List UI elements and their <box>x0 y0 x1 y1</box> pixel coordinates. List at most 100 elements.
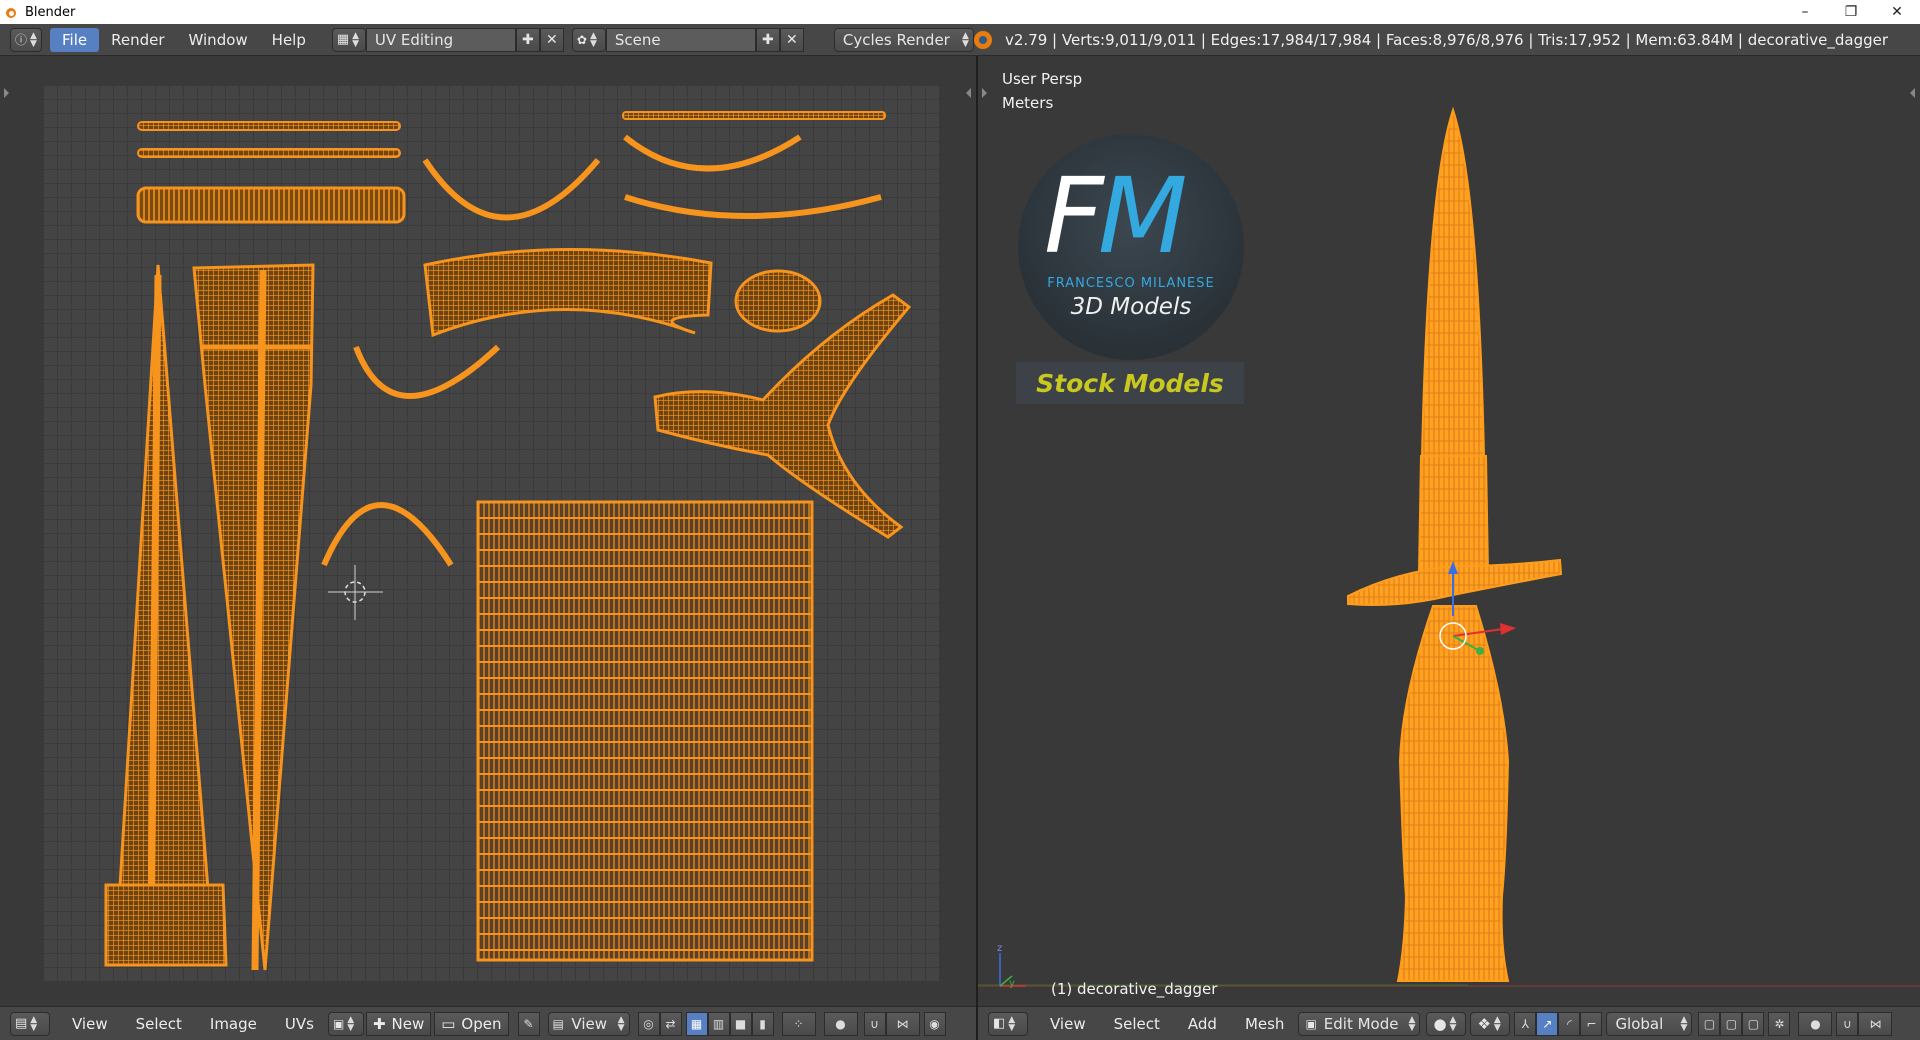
scale-manipulator-button[interactable]: ⌐ <box>1580 1011 1603 1036</box>
menu-window[interactable]: Window <box>177 28 260 52</box>
menu-help[interactable]: Help <box>260 28 318 52</box>
layer-button-3[interactable]: ▢ <box>1742 1011 1765 1036</box>
shading-dropdown[interactable]: ● ▲ ▼ <box>1426 1011 1467 1036</box>
rotate-manipulator-button[interactable]: ◜ <box>1558 1011 1581 1036</box>
vp-menu-select[interactable]: Select <box>1100 1015 1174 1033</box>
select-face-button[interactable]: ■ <box>729 1011 752 1036</box>
uv-island-strip-3[interactable] <box>136 186 406 224</box>
image-icon: ▣ <box>332 1016 345 1031</box>
orientation-dropdown[interactable]: Global ▲ ▼ <box>1606 1011 1693 1036</box>
uv-island-arc-2[interactable] <box>623 134 802 172</box>
select-vertex-button[interactable]: ▦ <box>685 1011 708 1036</box>
panel-expand-right-icon[interactable] <box>1910 88 1915 98</box>
new-image-button[interactable]: ✚ New <box>365 1011 432 1036</box>
proportional-edit-button[interactable]: ● <box>823 1011 858 1036</box>
menu-render[interactable]: Render <box>99 28 176 52</box>
viewport-editor-type-button[interactable]: ◧ ▲ ▼ <box>988 1011 1028 1036</box>
uv-island-arc-1[interactable] <box>422 158 601 221</box>
chevron-updown-icon: ▲ ▼ <box>30 1014 38 1033</box>
info-icon: ⓘ <box>15 33 28 47</box>
chevron-updown-icon: ▲ ▼ <box>617 1014 625 1033</box>
panel-expand-left-icon[interactable] <box>4 88 9 98</box>
menu-file[interactable]: File <box>50 27 100 52</box>
uv-menu-view[interactable]: View <box>58 1015 122 1033</box>
uv-view-dropdown[interactable]: ▤ View ▲ ▼ <box>547 1011 630 1036</box>
select-edge-button[interactable]: ▥ <box>707 1011 730 1036</box>
uv-image-editor[interactable] <box>0 56 976 1006</box>
dagger-handle[interactable] <box>1396 605 1510 982</box>
2d-cursor-icon[interactable] <box>328 565 383 620</box>
face-select-icon: ■ <box>734 1016 747 1031</box>
uv-menu-uvs[interactable]: UVs <box>271 1015 328 1033</box>
minimize-button[interactable]: – <box>1782 0 1828 24</box>
add-screen-button[interactable]: ✚ <box>515 27 540 52</box>
uv-island-strip-4[interactable] <box>622 111 886 120</box>
select-island-button[interactable]: ▮ <box>751 1011 774 1036</box>
layer-button-2[interactable]: ▢ <box>1720 1011 1743 1036</box>
uv-menu-select[interactable]: Select <box>122 1015 196 1033</box>
arrow-icon: ↗ <box>1542 1016 1553 1031</box>
window-title: Blender <box>25 4 76 20</box>
editor-type-button[interactable]: ▤ ▲ ▼ <box>10 1011 50 1036</box>
sticky-mode-button[interactable]: ⁘ <box>781 1011 816 1036</box>
delete-scene-button[interactable]: ✕ <box>779 27 804 52</box>
translate-manipulator-button[interactable]: ↗ <box>1536 1011 1559 1036</box>
uv-island-oval[interactable] <box>734 269 822 333</box>
maximize-button[interactable]: ❐ <box>1828 0 1874 24</box>
sync-selection-button[interactable]: ⇄ <box>659 1011 682 1036</box>
uv-grid[interactable] <box>43 85 939 981</box>
snap-element-button[interactable]: ⋈ <box>885 1011 920 1036</box>
image-editor-icon: ▤ <box>15 1016 28 1031</box>
limit-selection-button[interactable]: ✲ <box>1768 1011 1791 1036</box>
vp-menu-add[interactable]: Add <box>1174 1015 1231 1033</box>
edit-mode-icon: ▣ <box>1305 1016 1317 1031</box>
add-scene-button[interactable]: ✚ <box>755 27 780 52</box>
window-titlebar: Blender – ❐ ✕ <box>0 0 1920 24</box>
screen-layout-browse-button[interactable]: ▦ ▲ ▼ <box>331 27 366 52</box>
vp-proportional-edit-button[interactable]: ● <box>1798 1011 1833 1036</box>
close-icon: ✕ <box>546 31 558 48</box>
uv-island-arc-3[interactable] <box>624 194 882 219</box>
editor-type-info-button[interactable]: ⓘ ▲ ▼ <box>10 27 42 52</box>
uv-island-handle[interactable] <box>476 500 814 962</box>
panel-expand-right-icon[interactable] <box>966 88 971 98</box>
uv-menu-image[interactable]: Image <box>196 1015 271 1033</box>
pivot-icon: ◎ <box>643 1016 654 1031</box>
uv-island-arc-4[interactable] <box>353 344 501 399</box>
scene-browse-button[interactable]: ✿ ▲ ▼ <box>571 27 606 52</box>
image-browse-button[interactable]: ▣ ▲ ▼ <box>327 1011 364 1036</box>
uv-island-arc-5[interactable] <box>321 502 454 567</box>
uv-islands[interactable] <box>43 85 939 981</box>
vp-menu-view[interactable]: View <box>1036 1015 1100 1033</box>
proportional-icon: ● <box>835 1016 846 1031</box>
pivot-button[interactable]: ◎ <box>637 1011 660 1036</box>
scene-field[interactable]: Scene <box>605 27 756 52</box>
vertex-select-icon: ▦ <box>690 1016 703 1031</box>
render-slot-button[interactable]: ◉ <box>923 1011 946 1036</box>
uv-island-curved-band[interactable] <box>423 248 713 338</box>
vp-menu-mesh[interactable]: Mesh <box>1231 1015 1299 1033</box>
uv-island-strip-1[interactable] <box>137 121 401 131</box>
manipulator-toggle[interactable]: ⅄ <box>1514 1011 1537 1036</box>
chevron-updown-icon: ▲ ▼ <box>347 1014 355 1033</box>
panel-expand-left-icon[interactable] <box>982 88 987 98</box>
uv-island-strip-2[interactable] <box>137 148 401 158</box>
dagger-blade[interactable] <box>1420 106 1486 457</box>
snap-button[interactable]: ∪ <box>863 1011 886 1036</box>
pin-button[interactable]: ✎ <box>517 1011 540 1036</box>
delete-screen-button[interactable]: ✕ <box>539 27 564 52</box>
close-window-button[interactable]: ✕ <box>1874 0 1920 24</box>
render-engine-dropdown[interactable]: Cycles Render ▲ ▼ <box>833 27 974 52</box>
layer-button-1[interactable]: ▢ <box>1698 1011 1721 1036</box>
mode-dropdown[interactable]: ▣ Edit Mode ▲ ▼ <box>1298 1011 1421 1036</box>
uv-island-blade-left[interactable] <box>114 264 215 954</box>
cube-icon: ▢ <box>1725 1016 1738 1031</box>
stock-models-banner: Stock Models <box>1016 362 1244 404</box>
screen-layout-field[interactable]: UV Editing <box>365 27 516 52</box>
units-label: Meters <box>1002 94 1054 112</box>
vp-snap-button[interactable]: ∪ <box>1836 1011 1859 1036</box>
vp-snap-element-button[interactable]: ⋈ <box>1858 1011 1893 1036</box>
open-image-button[interactable]: ▭ Open <box>434 1011 509 1036</box>
pivot-point-dropdown[interactable]: ❖ ▲ ▼ <box>1470 1011 1511 1036</box>
cube-icon: ▢ <box>1747 1016 1760 1031</box>
